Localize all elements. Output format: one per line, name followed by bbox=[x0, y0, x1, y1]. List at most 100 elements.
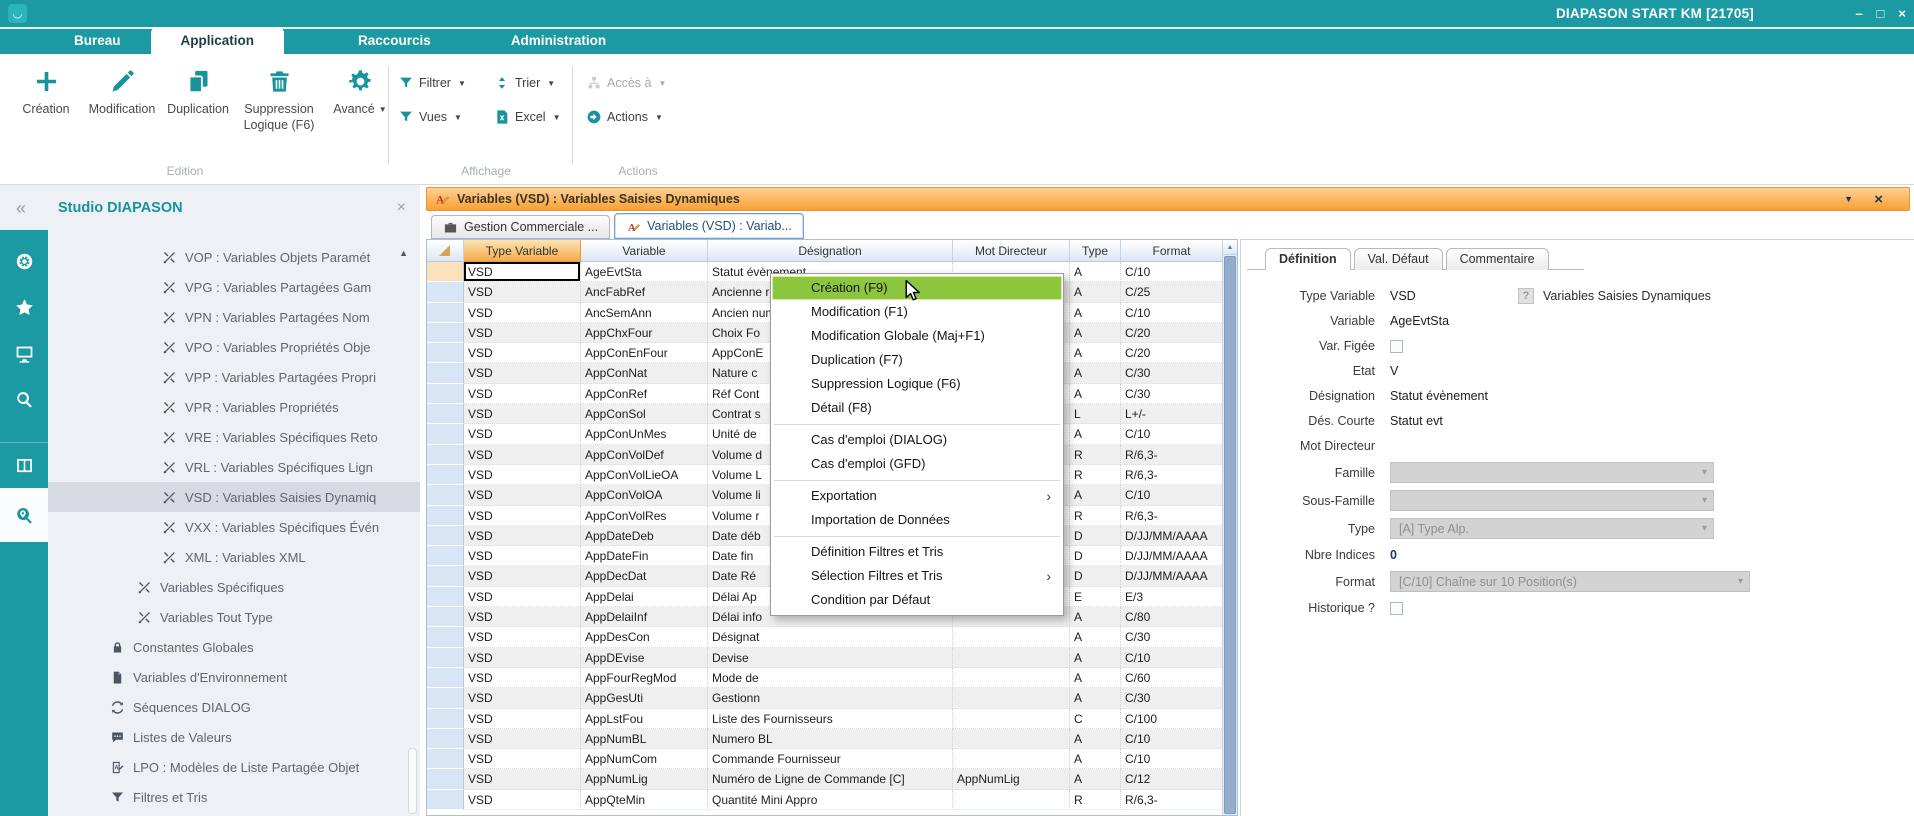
tree-item[interactable]: VPG : Variables Partagées Gam bbox=[48, 272, 420, 302]
avance-button[interactable]: Avancé▼ bbox=[322, 64, 398, 133]
close-button[interactable]: × bbox=[1898, 6, 1906, 21]
tree-item[interactable]: VPP : Variables Partagées Propri bbox=[48, 362, 420, 392]
rail-item[interactable] bbox=[0, 330, 48, 376]
close-sidebar-button[interactable]: × bbox=[397, 199, 406, 217]
maximize-button[interactable]: □ bbox=[1877, 6, 1885, 21]
rail-item[interactable] bbox=[0, 442, 48, 488]
context-menu-item[interactable]: Suppression Logique (F6) › bbox=[771, 372, 1063, 396]
chevron-down-icon[interactable]: ▼ bbox=[1844, 194, 1853, 204]
row-selector[interactable] bbox=[427, 363, 464, 383]
tree-item[interactable]: VPR : Variables Propriétés bbox=[48, 392, 420, 422]
row-selector[interactable] bbox=[427, 627, 464, 647]
row-selector[interactable] bbox=[427, 790, 464, 810]
table-row[interactable]: VSD AppNumLig Numéro de Ligne de Command… bbox=[427, 769, 1222, 789]
column-header-type[interactable]: Type bbox=[1070, 240, 1121, 262]
tree-item[interactable]: Filtres et Tris bbox=[48, 782, 420, 812]
dropdown[interactable]: [C/10] Chaîne sur 10 Position(s) ▾ bbox=[1390, 571, 1750, 592]
menu-tab[interactable]: Raccourcis bbox=[328, 27, 461, 54]
row-selector[interactable] bbox=[427, 526, 464, 546]
table-row[interactable]: VSD AppLstFou Liste des Fournisseurs C C… bbox=[427, 709, 1222, 729]
row-selector[interactable] bbox=[427, 587, 464, 607]
modification-button[interactable]: Modification bbox=[84, 64, 160, 133]
minimize-button[interactable]: – bbox=[1855, 6, 1862, 21]
row-selector[interactable] bbox=[427, 303, 464, 323]
row-selector[interactable] bbox=[427, 668, 464, 688]
scroll-up-icon[interactable]: ▲ bbox=[1223, 240, 1237, 255]
tree-item[interactable]: VRE : Variables Spécifiques Reto bbox=[48, 422, 420, 452]
rail-item[interactable] bbox=[0, 284, 48, 330]
actions-button[interactable]: Actions ▼ bbox=[586, 104, 663, 130]
row-selector[interactable] bbox=[427, 282, 464, 302]
tree-item[interactable]: XML : Variables XML bbox=[48, 542, 420, 572]
table-row[interactable]: VSD AppNumCom Commande Fournisseur A C/1… bbox=[427, 749, 1222, 769]
context-menu-item[interactable]: Modification Globale (Maj+F1) › bbox=[771, 324, 1063, 348]
excel-button[interactable]: Excel ▼ bbox=[494, 104, 561, 130]
row-selector[interactable] bbox=[427, 688, 464, 708]
tree-item[interactable]: VXX : Variables Spécifiques Évén bbox=[48, 512, 420, 542]
table-row[interactable]: VSD AppGesUti Gestionn A C/30 bbox=[427, 688, 1222, 708]
row-selector[interactable] bbox=[427, 607, 464, 627]
row-selector[interactable] bbox=[427, 485, 464, 505]
duplication-button[interactable]: Duplication bbox=[160, 64, 236, 133]
column-header-designation[interactable]: Désignation bbox=[708, 240, 953, 262]
acces-a-button[interactable]: Accès à ▼ bbox=[586, 70, 666, 96]
menu-tab[interactable]: Bureau bbox=[44, 27, 151, 54]
dropdown[interactable]: [A] Type Alp. ▾ bbox=[1390, 518, 1714, 539]
table-row[interactable]: VSD AppNumBL Numero BL A C/10 bbox=[427, 729, 1222, 749]
help-icon[interactable]: ? bbox=[1518, 288, 1534, 304]
checkbox[interactable] bbox=[1390, 340, 1403, 353]
row-selector[interactable] bbox=[427, 262, 464, 282]
tree-item[interactable]: VPO : Variables Propriétés Obje bbox=[48, 332, 420, 362]
row-selector[interactable] bbox=[427, 546, 464, 566]
collapse-sidebar-button[interactable]: « bbox=[16, 199, 26, 217]
row-selector[interactable] bbox=[427, 729, 464, 749]
table-scrollbar[interactable]: ▲ bbox=[1222, 240, 1237, 815]
tree-scrollbar-thumb[interactable] bbox=[408, 748, 417, 814]
context-menu-item[interactable]: Cas d'emploi (GFD) › bbox=[771, 452, 1063, 476]
context-menu-item[interactable]: Détail (F8) › bbox=[771, 396, 1063, 420]
vues-button[interactable]: Vues ▼ bbox=[398, 104, 462, 130]
filtrer-button[interactable]: Filtrer ▼ bbox=[398, 70, 466, 96]
creation-button[interactable]: Création bbox=[8, 64, 84, 133]
tree-item[interactable]: VRL : Variables Spécifiques Lign bbox=[48, 452, 420, 482]
table-row[interactable]: VSD AppQteMin Quantité Mini Appro R R/6,… bbox=[427, 790, 1222, 810]
context-menu-item[interactable]: Définition Filtres et Tris › bbox=[771, 540, 1063, 564]
suppression-logique-button[interactable]: Suppression Logique (F6) bbox=[236, 64, 322, 133]
tree-item[interactable]: Variables Tout Type bbox=[48, 602, 420, 632]
row-selector[interactable] bbox=[427, 769, 464, 789]
row-selector[interactable] bbox=[427, 648, 464, 668]
column-header-variable[interactable]: Variable bbox=[581, 240, 708, 262]
row-selector[interactable] bbox=[427, 506, 464, 526]
context-menu-item[interactable]: Modification (F1) › bbox=[771, 300, 1063, 324]
rail-item[interactable] bbox=[0, 238, 48, 284]
checkbox[interactable] bbox=[1390, 602, 1403, 615]
tree-item[interactable]: VPN : Variables Partagées Nom bbox=[48, 302, 420, 332]
row-selector[interactable] bbox=[427, 709, 464, 729]
table-row[interactable]: VSD AppDEvise Devise A C/10 bbox=[427, 648, 1222, 668]
menu-tab[interactable]: Administration bbox=[481, 27, 636, 54]
menu-tab[interactable]: Application bbox=[151, 27, 285, 54]
row-selector[interactable] bbox=[427, 424, 464, 444]
row-selector[interactable] bbox=[427, 323, 464, 343]
dropdown[interactable]: ▾ bbox=[1390, 490, 1714, 511]
column-header-type-variable[interactable]: Type Variable bbox=[464, 240, 581, 262]
tree-scroll-up-button[interactable]: ▲ bbox=[399, 248, 408, 258]
context-menu-item[interactable]: Duplication (F7) › bbox=[771, 348, 1063, 372]
select-all-cell[interactable] bbox=[427, 240, 464, 262]
document-tab[interactable]: Variables (VSD) : Variab... bbox=[614, 213, 804, 239]
row-selector[interactable] bbox=[427, 384, 464, 404]
tree-item[interactable]: Variables d'Environnement bbox=[48, 662, 420, 692]
column-header-format[interactable]: Format bbox=[1121, 240, 1222, 262]
table-scrollbar-thumb[interactable] bbox=[1224, 256, 1236, 814]
dropdown[interactable]: ▾ bbox=[1390, 462, 1714, 483]
context-menu-item[interactable]: Exportation › bbox=[771, 484, 1063, 508]
tree-item[interactable]: Séquences DIALOG bbox=[48, 692, 420, 722]
tree-item[interactable]: LPO : Modèles de Liste Partagée Objet bbox=[48, 752, 420, 782]
rail-item[interactable] bbox=[0, 488, 48, 542]
context-menu-item[interactable]: Cas d'emploi (DIALOG) › bbox=[771, 428, 1063, 452]
context-menu-item[interactable]: Sélection Filtres et Tris › bbox=[771, 564, 1063, 588]
row-selector[interactable] bbox=[427, 465, 464, 485]
tree-item[interactable]: Listes de Valeurs bbox=[48, 722, 420, 752]
tree-item[interactable]: VOP : Variables Objets Paramét bbox=[48, 242, 420, 272]
row-selector[interactable] bbox=[427, 445, 464, 465]
